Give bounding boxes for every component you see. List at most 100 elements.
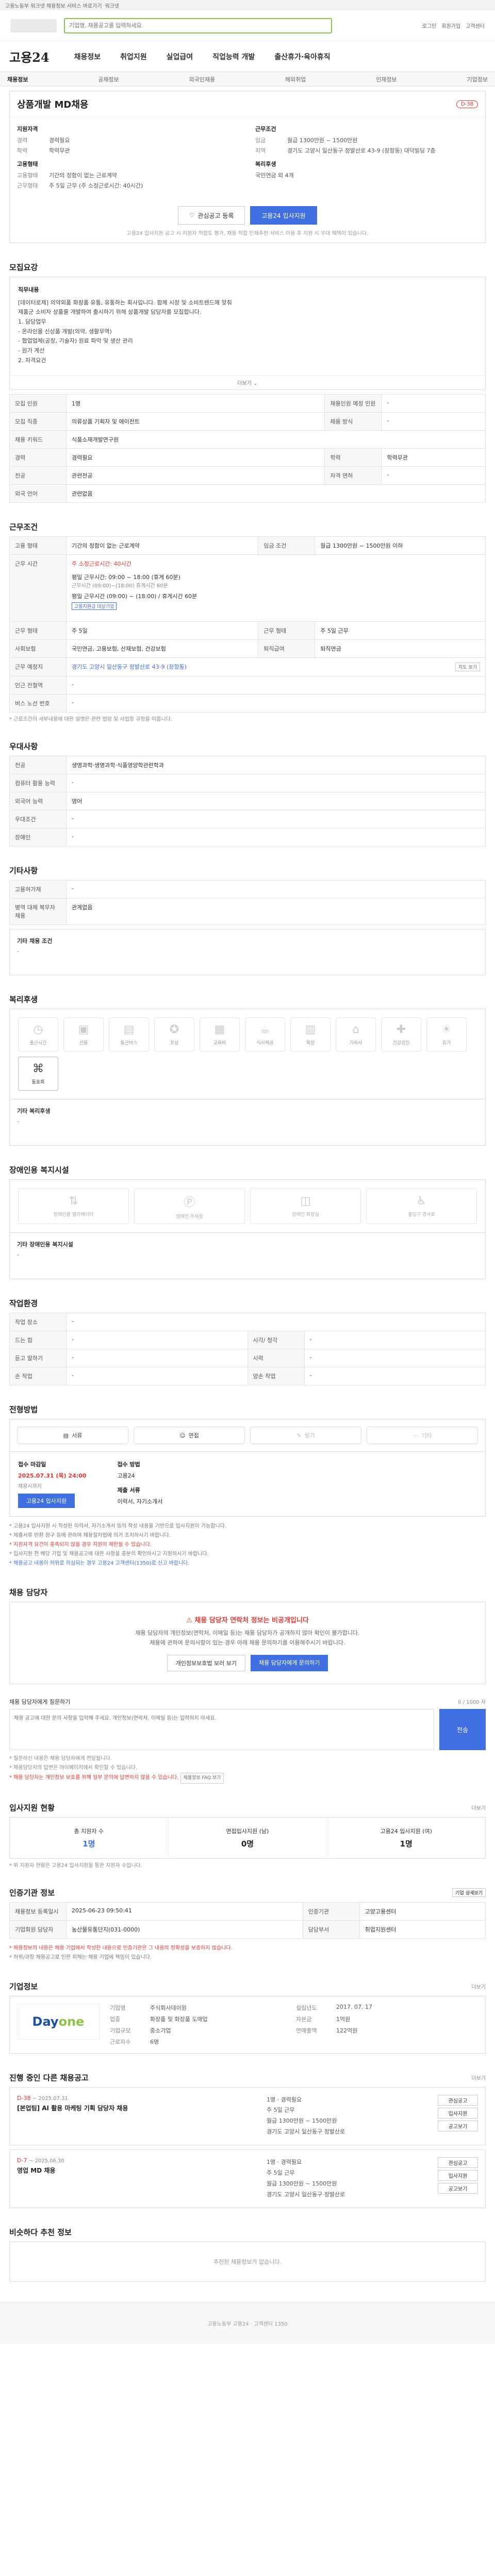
table-cell: 의류상품 기획자 및 에이전트 [65,412,325,431]
subnav-overseas[interactable]: 해외취업 [285,75,306,83]
welfare-tile: ☀ 휴가 [426,1018,467,1052]
related-dday: D-38 [17,2094,31,2102]
qna-submit-button[interactable]: 전송 [439,1709,486,1751]
interview-icon: ☺ [179,1432,186,1439]
related-apply-button[interactable]: 입사지원 [438,2107,478,2119]
gnb-leave[interactable]: 출산휴가·육아휴직 [274,52,330,62]
related-more-link[interactable]: 더보기 [471,2074,486,2081]
table-cell: 관련전공 [65,466,325,485]
table-row: 우대조건 - [9,810,486,828]
agency-table: 채용정보 등록일시 2025-06-23 09:50:41 인증기관 고양고용센터 기… [9,1902,486,1939]
table-cell: - [66,1367,248,1385]
disability-tile: ⇅ 장애인용 엘리베이터 [18,1188,129,1224]
welfare-extra-value: - [17,1118,19,1125]
table-header: 채용정보 등록일시 [9,1902,67,1921]
related-apply-button[interactable]: 입사지원 [438,2170,478,2181]
gnb-jobs[interactable]: 채용정보 [74,52,101,62]
contact-inquiry-button[interactable]: 채용 담당자에게 문의하기 [251,1655,328,1672]
search-box[interactable] [64,18,332,33]
table-row: 사회보험 국민연금, 고용보험, 산재보험, 건강보험 퇴직급여 퇴직연금 [9,639,486,658]
company-logo[interactable]: Day one [17,2003,100,2040]
related-job-item[interactable]: D-7 ~ 2025.06.30 영업 MD 채용 1명 · 경력필요 주 5일… [9,2149,486,2208]
table-row: 모집 직종 의류상품 기획자 및 에이전트 채용 방식 - [9,412,486,431]
welfare-tile-label: 선물 [79,1041,88,1046]
emp-value: 기간의 정함이 없는 근로계약 [49,172,117,179]
table-row: 전공 생명과학·생명과학·식품영양학관련학과 [9,756,486,774]
related-title[interactable]: [본업팀] AI 활용 마케팅 기획 담당자 채용 [17,2104,256,2112]
gnb-training[interactable]: 직업능력 개발 [212,52,255,62]
table-header: 채용 키워드 [9,430,67,449]
welfare-tile: ◷ 출근시간 [18,1018,58,1052]
agency-logo[interactable] [10,19,57,32]
related-meta: 월급 1300만원 ~ 1500만원 [267,2180,337,2187]
welfare-tile-label: 동호회 [31,1080,45,1085]
search-input[interactable] [69,22,327,29]
subnav-jobs[interactable]: 채용정보 [7,75,28,83]
desc-line: 1. 담당업무 [18,318,46,326]
related-interest-button[interactable]: 관심공고 [438,2094,478,2106]
req-value: 경력필요 [49,137,70,144]
table-cell: 주 5일 [65,621,259,640]
signup-link[interactable]: 회원가입 [441,22,460,29]
period-title: 접수 마감일 [18,1461,46,1468]
brand-logo[interactable]: 고용24 [9,47,50,65]
welfare-tile: ✚ 건강검진 [381,1018,421,1052]
privacy-law-button[interactable]: 개인정보보호법 보러 보기 [167,1655,245,1672]
contact-sub: 채용 담당자의 개인정보(연락처, 이메일 등)는 채용 담당자가 공개하지 않… [135,1630,360,1636]
table-row: 외국 언어 관련없음 [9,484,486,503]
table-cell: - [381,394,486,413]
company-logo-accent: one [58,2014,85,2029]
recruit-table: 모집 인원 1명 채용인원 예정 인원 - 모집 직종 의류상품 기획자 및 에이전트 채… [9,394,486,503]
top-bar-link[interactable]: 워크넷 [105,2,120,9]
gnb-employment-support[interactable]: 취업지원 [120,52,147,62]
table-row: 고용허가제 - [9,880,486,899]
subnav-company[interactable]: 기업정보 [467,75,487,83]
interest-button[interactable]: ♡ 관심공고 등록 [178,206,245,225]
table-header: 인증기관 [302,1902,360,1921]
work-hours-total: 주 소정근로시간: 40시간 [72,561,131,567]
table-header: 양손 작업 [247,1367,305,1385]
company-info-label: 기업규모 [110,2027,131,2034]
apply-button[interactable]: 고용24 입사지원 [250,206,317,225]
table-header: 시력 [247,1349,305,1367]
docs-value: 이력서, 자기소개서 [117,1498,163,1505]
related-interest-button[interactable]: 관심공고 [438,2157,478,2168]
subnav-public[interactable]: 공채정보 [98,75,119,83]
table-cell: 경력필요 [65,448,325,467]
table-cell: - [304,1367,486,1385]
stats-more-link[interactable]: 더보기 [471,1804,486,1811]
selection-method-box: ▤ 서류 ☺ 면접 ✎ 필기 ⋯ 기타 [9,1419,486,1452]
table-row: 듣고 말하기 - 시력 - [9,1349,486,1367]
welfare-heading: 복리후생 [255,161,276,167]
related-view-button[interactable]: 공고보기 [438,2120,478,2131]
table-header: 근무 예정지 [9,657,67,676]
method-etc: ⋯ 기타 [367,1427,478,1444]
help-link[interactable]: 고객센터 [466,22,485,29]
welfare-extra-box: 기타 복리후생 - [9,1099,486,1146]
contact-box: ⚠ 채용 담당자 연락처 정보는 비공개입니다 채용 담당자의 개인정보(연락처… [9,1602,486,1685]
employment-heading: 고용형태 [17,161,38,167]
apply-button-2[interactable]: 고용24 입사지원 [18,1494,75,1508]
login-link[interactable]: 로그인 [422,22,437,29]
company-info: 기업명 주식회사데이원 설립년도 2017. 07. 17 업종 화장품 및 화장품 … [110,2004,478,2046]
welfare-tile: ▥ 복장 [290,1018,331,1052]
related-view-button[interactable]: 공고보기 [438,2183,478,2194]
qna-textarea[interactable] [9,1709,434,1751]
related-job-item[interactable]: D-38 ~ 2025.07.31 [본업팀] AI 활용 마케팅 기획 담당자… [9,2087,486,2146]
gnb-unemployment[interactable]: 실업급여 [167,52,193,62]
welfare-tile: ✪ 포상 [154,1018,194,1052]
faq-button[interactable]: 채용정보 FAQ 보기 [180,1773,224,1784]
subnav-talent[interactable]: 인재정보 [376,75,397,83]
map-button[interactable]: 지도 보기 [455,663,480,671]
conditions-heading: 근무조건 [255,126,276,132]
table-header: 우대조건 [9,810,67,828]
desc-toggle[interactable]: 더보기 ⌄ [10,375,485,389]
agency-detail-button[interactable]: 기업 상세보기 [452,1888,486,1897]
deadline-sub: 채용시까지 [18,1484,42,1489]
disability-tile: ◫ 장애인 화장실 [250,1188,361,1224]
related-title[interactable]: 영업 MD 채용 [17,2166,256,2175]
company-more-link[interactable]: 더보기 [471,1982,486,1990]
subnav-foreign[interactable]: 외국인채용 [189,75,216,83]
table-row: 병역 대체 복무자 채용 관계없음 [9,898,486,925]
desc-line: 2. 자격요건 [18,357,46,364]
